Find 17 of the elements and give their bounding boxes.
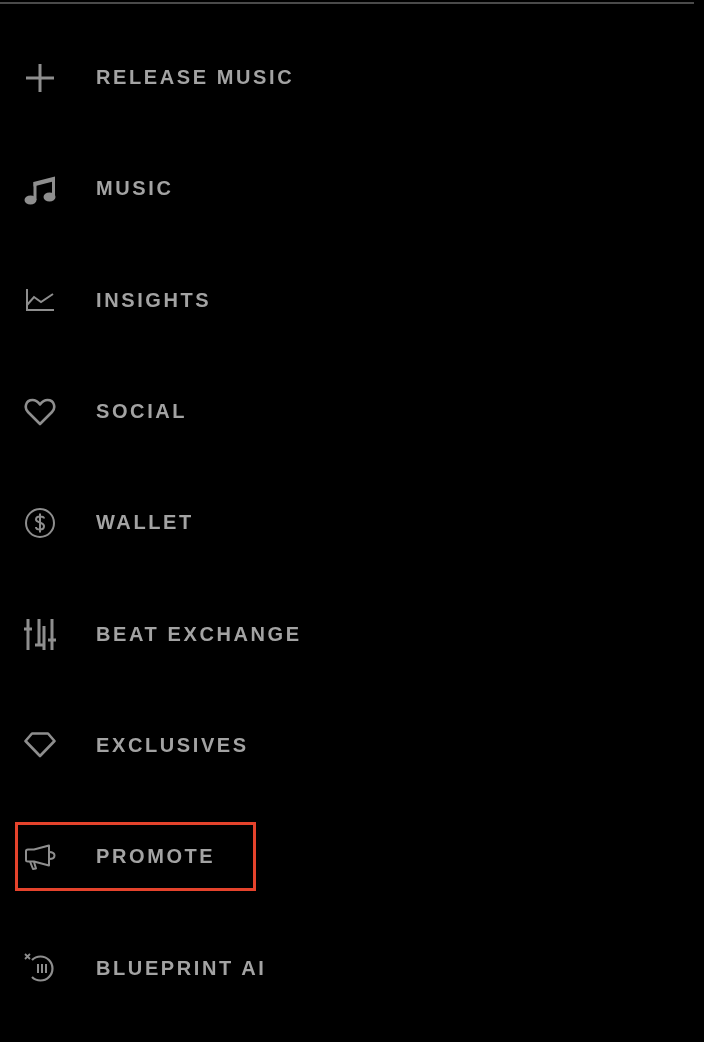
nav-item[interactable]: RELEASE MUSIC: [15, 43, 336, 113]
nav-item[interactable]: MUSIC: [15, 154, 215, 224]
dollar-coin-icon: [25, 507, 55, 538]
nav-item[interactable]: INSIGHTS: [15, 265, 253, 335]
line-chart-icon: [26, 289, 54, 312]
heart-icon: [24, 397, 56, 426]
plus-icon: [26, 63, 54, 92]
nav-item[interactable]: PROMOTE: [15, 822, 257, 892]
nav-item[interactable]: BLUEPRINT AI: [15, 933, 308, 1003]
diamond-icon: [24, 732, 56, 759]
nav-item[interactable]: BEAT EXCHANGE: [15, 599, 343, 669]
nav-item[interactable]: WALLET: [15, 488, 235, 558]
nav-item[interactable]: SOCIAL: [15, 377, 229, 447]
megaphone-icon: [24, 843, 56, 870]
sliders-icon: [24, 618, 56, 650]
circle-bars-icon: [24, 953, 56, 983]
nav-item[interactable]: EXCLUSIVES: [15, 710, 290, 780]
